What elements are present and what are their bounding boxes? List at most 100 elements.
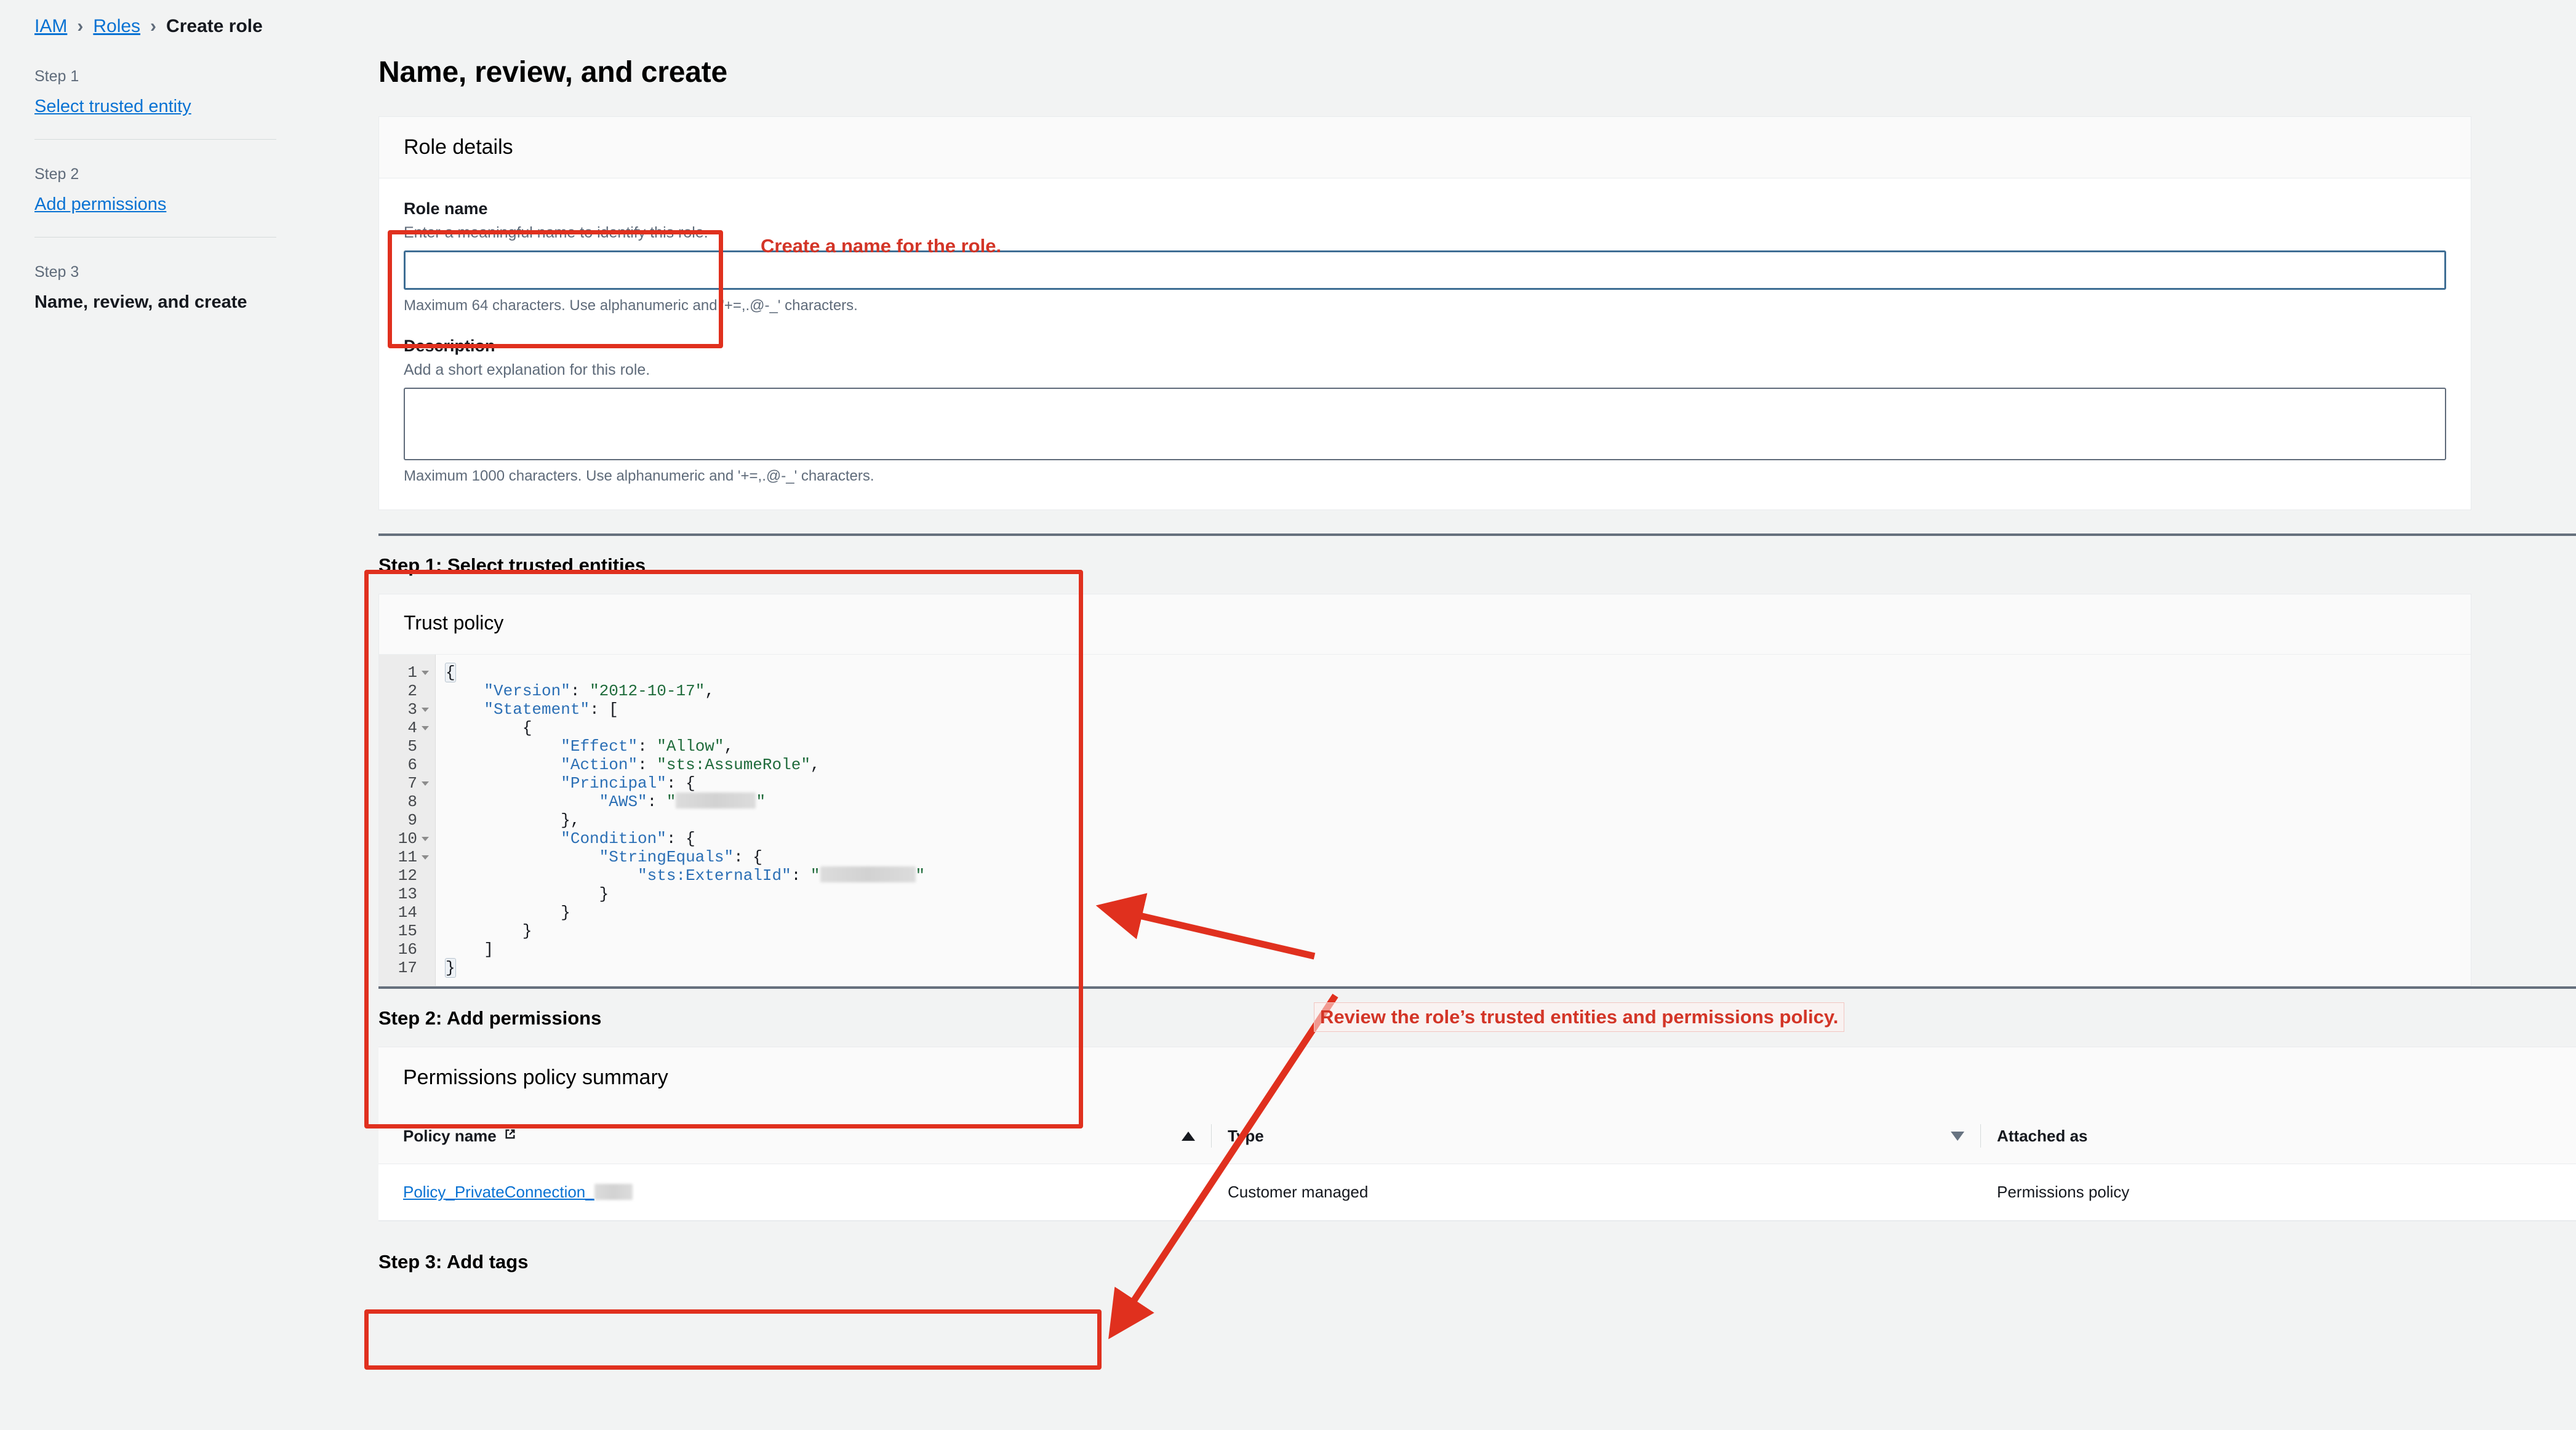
fold-placeholder [422,745,429,749]
fold-toggle-icon[interactable] [422,781,429,786]
code-line-number: 10 [379,829,435,848]
role-details-panel: Role details Role name Enter a meaningfu… [378,116,2471,510]
role-details-header: Role details [379,117,2471,178]
sort-ascending-icon[interactable] [1182,1131,1195,1141]
step-divider [34,237,276,238]
code-token: : { [666,829,695,848]
code-line-number: 3 [379,700,435,719]
code-token: "Condition" [561,829,666,848]
code-line: ] [446,940,2471,959]
fold-placeholder [422,689,429,693]
step3-heading: Step 3: Add tags [378,1251,529,1272]
code-line: }, [446,811,2471,829]
code-line-number: 7 [379,774,435,793]
code-line: "Condition": { [446,829,2471,848]
column-separator [1211,1124,1212,1148]
wizard-steps-rail: Step 1 Select trusted entity Step 2 Add … [34,62,324,313]
code-token: { [446,719,532,737]
code-token: " [810,866,820,885]
code-line-number: 2 [379,682,435,700]
step1-heading: Step 1: Select trusted entities [378,554,646,576]
code-content[interactable]: { "Version": "2012-10-17", "Statement": … [436,655,2471,986]
code-token: , [705,682,714,700]
annotation-label-role-name: Create a name for the role. [761,235,1002,257]
fold-toggle-icon[interactable] [422,855,429,860]
code-token: "Allow" [657,737,724,756]
fold-placeholder [422,818,429,823]
sort-descending-icon[interactable] [1951,1131,1964,1141]
fold-toggle-icon[interactable] [422,836,429,841]
fold-placeholder [422,966,429,970]
role-name-label: Role name [404,199,488,218]
role-name-input[interactable] [404,250,2446,290]
code-token: } [445,958,456,978]
breadcrumb-item-iam[interactable]: IAM [34,17,67,36]
external-link-icon[interactable] [503,1127,518,1146]
code-line-number: 13 [379,885,435,903]
role-description-hint: Maximum 1000 characters. Use alphanumeri… [404,468,874,484]
code-token: "Principal" [561,774,666,793]
cell-attached-as: Permissions policy [1997,1164,2576,1221]
code-gutter: 1 2 3 4 5 6 7 8 9 10 11 12 13 14 15 16 17 [379,655,436,986]
code-token: : [638,756,657,774]
fold-toggle-icon[interactable] [422,707,429,712]
cell-type: Customer managed [1228,1164,1997,1221]
role-description-label: Description [404,337,495,355]
step-1: Step 1 Select trusted entity [34,62,324,117]
code-line-number: 1 [379,663,435,682]
code-line: "AWS": " " [446,793,2471,811]
policy-name-link[interactable]: Policy_PrivateConnection_ [403,1183,594,1201]
breadcrumb-item-roles[interactable]: Roles [93,17,140,36]
annotation-label-review: Review the role’s trusted entities and p… [1314,1002,1845,1032]
code-token: }, [446,811,580,829]
permissions-policy-table: Policy name Type Attached as Policy_Priv… [378,1108,2576,1221]
table-row: Policy_PrivateConnection_ Customer manag… [378,1164,2576,1221]
code-line: } [446,903,2471,922]
role-details-title: Role details [404,135,513,159]
code-token: } [446,885,609,903]
code-line-number: 6 [379,756,435,774]
trust-policy-code-editor[interactable]: 1 2 3 4 5 6 7 8 9 10 11 12 13 14 15 16 17 { "Version": "… [379,654,2471,986]
permissions-policy-panel: Permissions policy summary Policy name T… [378,1047,2576,1221]
code-line-number: 5 [379,737,435,756]
redacted-value-blur [676,793,756,809]
step-2-link[interactable]: Add permissions [34,194,324,215]
table-header-row: Policy name Type Attached as [378,1108,2576,1164]
code-token: "Version" [484,682,570,700]
code-token: ] [446,940,494,959]
step-1-kicker: Step 1 [34,68,79,85]
column-header-type[interactable]: Type [1228,1108,1997,1164]
fold-toggle-icon[interactable] [422,670,429,675]
step-1-link[interactable]: Select trusted entity [34,97,324,117]
fold-placeholder [422,874,429,878]
trust-policy-title: Trust policy [379,594,2471,654]
code-token: "Action" [561,756,638,774]
code-token: : [647,793,666,811]
column-header-attached-as[interactable]: Attached as [1997,1108,2576,1164]
role-description-textarea[interactable] [404,388,2446,460]
code-line-number: 4 [379,719,435,737]
code-token: , [810,756,820,774]
breadcrumb: IAM › Roles › Create role [34,17,263,36]
code-line: "Effect": "Allow", [446,737,2471,756]
code-line-number: 15 [379,922,435,940]
code-line-number: 8 [379,793,435,811]
code-line-number: 9 [379,811,435,829]
step-divider [34,139,276,140]
code-line: { [446,719,2471,737]
code-line: "Principal": { [446,774,2471,793]
column-label-attached-as: Attached as [1997,1126,2088,1145]
column-header-policy-name[interactable]: Policy name [378,1108,1228,1164]
code-token: : [ [590,700,618,719]
fold-toggle-icon[interactable] [422,725,429,730]
column-separator [1980,1124,1981,1148]
policy-name-redacted-blur [594,1184,633,1200]
code-token: } [446,903,570,922]
fold-placeholder [422,800,429,804]
permissions-policy-header: Permissions policy summary [378,1047,2576,1108]
redacted-value-blur [820,866,916,883]
